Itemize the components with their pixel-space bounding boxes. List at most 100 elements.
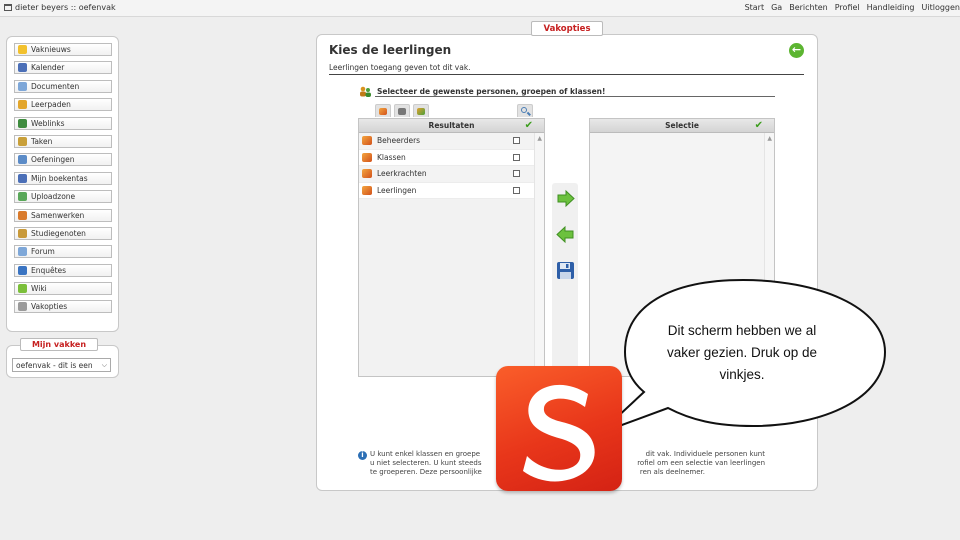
selection-header-label: Selectie [665, 121, 699, 130]
upload-icon [18, 192, 27, 202]
sidebar-item-label: Enquêtes [31, 265, 67, 275]
learning-path-icon [18, 100, 27, 110]
results-panel: Resultaten ✔ Beheerders Klassen Leerkrac… [358, 118, 545, 377]
checkbox[interactable] [513, 153, 520, 161]
info-line-1b: dit vak. Individuele personen kunt [645, 450, 765, 458]
documents-icon [18, 81, 27, 91]
class-icon [398, 107, 406, 115]
nav-ga[interactable]: Ga [771, 3, 782, 12]
course-select[interactable]: oefenvak - dit is een ⌵ [12, 358, 111, 372]
filter-tabs [375, 104, 429, 117]
groups-icon [379, 107, 387, 115]
globe-icon [18, 118, 27, 128]
forum-icon [18, 247, 27, 257]
list-item-label: Beheerders [377, 136, 421, 146]
sidebar-item-oefeningen[interactable]: Oefeningen [14, 153, 112, 167]
people-icon [417, 107, 425, 115]
arrow-right-icon[interactable] [555, 188, 576, 209]
title-divider [329, 74, 804, 75]
sidebar-item-label: Oefeningen [31, 155, 75, 165]
list-item-label: Leerkrachten [377, 169, 427, 179]
tab-people[interactable] [413, 104, 429, 117]
list-item[interactable]: Leerlingen [359, 183, 534, 199]
list-item[interactable]: Klassen [359, 150, 534, 166]
sidebar-item-weblinks[interactable]: Weblinks [14, 116, 112, 130]
sidebar-item-kalender[interactable]: Kalender [14, 61, 112, 75]
tab-classes[interactable] [394, 104, 410, 117]
exercises-icon [18, 155, 27, 165]
select-all-check-icon[interactable]: ✔ [525, 120, 533, 131]
checkbox[interactable] [513, 170, 520, 178]
vakopties-tab: Vakopties [531, 21, 603, 36]
window-title-text: dieter beyers :: oefenvak [15, 3, 116, 12]
sidebar-item-uploadzone[interactable]: Uploadzone [14, 190, 112, 204]
info-line-3b: ren als deelnemer. [639, 468, 705, 476]
results-list: Beheerders Klassen Leerkrachten Leerling… [359, 133, 534, 199]
group-icon [362, 169, 372, 179]
star-icon [18, 45, 27, 54]
list-item[interactable]: Leerkrachten [359, 166, 534, 183]
sidebar-item-label: Leerpaden [31, 100, 71, 110]
collaborate-icon [18, 210, 27, 220]
sidebar-item-studiegenoten[interactable]: Studiegenoten [14, 226, 112, 240]
page-subtitle: Leerlingen toegang geven tot dit vak. [329, 63, 471, 72]
top-nav: Start Ga Berichten Profiel Handleiding U… [745, 3, 960, 12]
window-title: dieter beyers :: oefenvak [4, 3, 116, 12]
wiki-icon [18, 284, 27, 294]
page-title: Kies de leerlingen [329, 43, 452, 57]
calendar-icon [18, 63, 27, 73]
list-item-label: Leerlingen [377, 185, 417, 195]
sidebar-item-enqu-tes[interactable]: Enquêtes [14, 263, 112, 277]
classmates-icon [18, 228, 27, 238]
sidebar-item-forum[interactable]: Forum [14, 245, 112, 259]
sidebar-item-leerpaden[interactable]: Leerpaden [14, 98, 112, 112]
sidebar-item-label: Samenwerken [31, 210, 85, 220]
list-item-label: Klassen [377, 152, 406, 162]
sidebar-item-vakopties[interactable]: Vakopties [14, 300, 112, 314]
bookbag-icon [18, 173, 27, 183]
sidebar-item-taken[interactable]: Taken [14, 134, 112, 148]
selection-header: Selectie ✔ [590, 119, 774, 133]
nav-profiel[interactable]: Profiel [835, 3, 860, 12]
sidebar: Vaknieuws Kalender Documenten Leerpaden Webl… [6, 36, 119, 332]
info-line-2a: u niet selecteren. U kunt steeds [370, 459, 482, 467]
arrow-left-icon[interactable] [555, 224, 576, 245]
scrollbar[interactable] [534, 133, 544, 376]
group-icon [362, 152, 372, 162]
scroll-up-icon[interactable]: ▲ [767, 135, 772, 142]
speech-bubble-text: Dit scherm hebben we al vaker gezien. Dr… [666, 323, 818, 382]
my-courses-title: Mijn vakken [20, 338, 98, 351]
people-icon [360, 86, 371, 97]
sidebar-item-samenwerken[interactable]: Samenwerken [14, 208, 112, 222]
chevron-down-icon: ⌵ [101, 361, 107, 369]
info-icon: i [358, 451, 367, 460]
sidebar-item-label: Studiegenoten [31, 228, 86, 238]
back-arrow-icon[interactable]: ← [789, 43, 804, 58]
sidebar-item-wiki[interactable]: Wiki [14, 282, 112, 296]
sidebar-item-label: Weblinks [31, 118, 65, 128]
save-icon[interactable] [555, 260, 576, 281]
search-icon-handle [527, 111, 531, 116]
sidebar-item-mijn-boekentas[interactable]: Mijn boekentas [14, 171, 112, 185]
results-header: Resultaten ✔ [359, 119, 544, 133]
nav-uitloggen[interactable]: Uitloggen [922, 3, 960, 12]
list-item[interactable]: Beheerders [359, 133, 534, 150]
nav-berichten[interactable]: Berichten [789, 3, 828, 12]
sidebar-item-label: Taken [31, 136, 53, 146]
results-header-label: Resultaten [428, 121, 475, 130]
search-tab[interactable] [517, 104, 533, 117]
nav-handleiding[interactable]: Handleiding [867, 3, 915, 12]
wrench-icon [18, 302, 27, 312]
checkbox[interactable] [513, 186, 520, 194]
checkbox[interactable] [513, 137, 520, 145]
sidebar-item-vaknieuws[interactable]: Vaknieuws [14, 43, 112, 56]
tab-groups[interactable] [375, 104, 391, 117]
select-all-check-icon[interactable]: ✔ [755, 120, 763, 131]
sidebar-item-label: Mijn boekentas [31, 173, 88, 183]
sidebar-item-label: Wiki [31, 284, 47, 294]
nav-start[interactable]: Start [745, 3, 765, 12]
scroll-up-icon[interactable]: ▲ [537, 135, 542, 142]
window-icon [4, 4, 12, 11]
sidebar-item-documenten[interactable]: Documenten [14, 79, 112, 93]
group-icon [362, 136, 372, 146]
